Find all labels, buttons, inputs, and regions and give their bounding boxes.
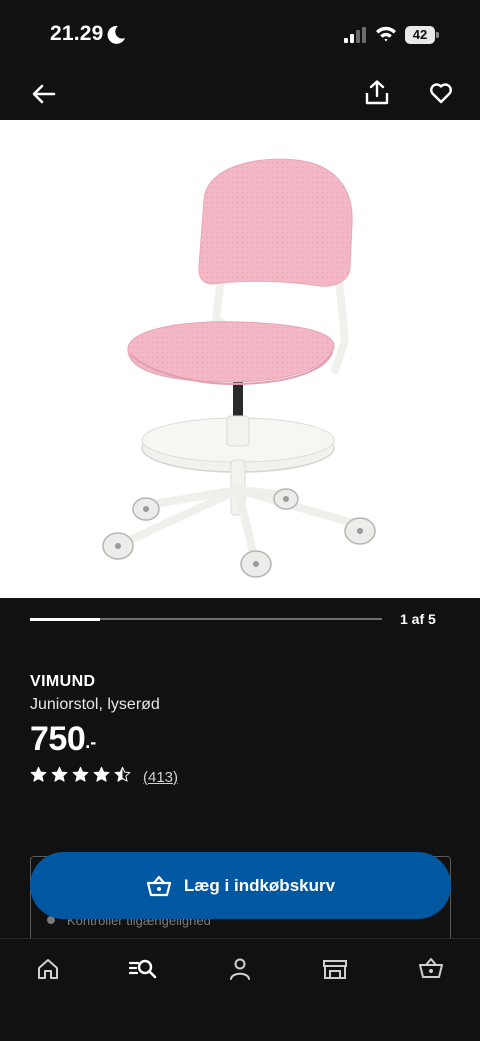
- home-icon[interactable]: [33, 956, 63, 986]
- share-icon[interactable]: [363, 79, 391, 112]
- heart-icon[interactable]: [428, 80, 454, 111]
- chair-illustration: [102, 158, 376, 578]
- bottom-nav-divider: [0, 938, 480, 939]
- profile-icon[interactable]: [225, 956, 255, 986]
- back-arrow-icon[interactable]: [30, 80, 58, 113]
- star-full-icon: [30, 766, 47, 788]
- basket-icon: [146, 875, 172, 896]
- gallery-pager: 1 af 5: [0, 600, 480, 640]
- bottom-nav: [0, 938, 480, 1041]
- add-to-cart-label: Læg i indkøbskurv: [183, 875, 336, 895]
- product-name: VIMUND: [30, 673, 96, 690]
- price: 750 .-: [30, 720, 96, 759]
- price-suffix: .-: [85, 732, 97, 752]
- review-count-link[interactable]: (413): [143, 769, 178, 786]
- store-icon[interactable]: [320, 956, 350, 986]
- wifi-icon: [375, 25, 397, 48]
- gallery-progress-fill: [30, 617, 101, 621]
- battery-icon: 42: [405, 26, 435, 44]
- product-image[interactable]: [0, 120, 480, 598]
- gallery-count: 1 af 5: [400, 611, 436, 627]
- status-bar: 21.29 42: [0, 0, 480, 70]
- price-value: 750: [30, 720, 86, 758]
- battery-tip: [436, 32, 439, 38]
- basket-icon[interactable]: [416, 956, 446, 986]
- rating[interactable]: (413): [30, 766, 178, 788]
- add-to-cart-button[interactable]: Læg i indkøbskurv: [30, 852, 451, 919]
- star-half-icon: [114, 766, 131, 788]
- top-nav: [0, 70, 480, 120]
- moon-icon: [106, 25, 126, 50]
- search-icon[interactable]: [128, 956, 158, 986]
- star-full-icon: [72, 766, 89, 788]
- star-full-icon: [51, 766, 68, 788]
- product-description: Juniorstol, lyserød: [30, 696, 160, 713]
- status-time: 21.29: [50, 22, 104, 45]
- gallery-progress-track: [30, 617, 382, 621]
- signal-icon: [344, 27, 368, 48]
- rating-stars: [30, 766, 131, 788]
- star-full-icon: [93, 766, 110, 788]
